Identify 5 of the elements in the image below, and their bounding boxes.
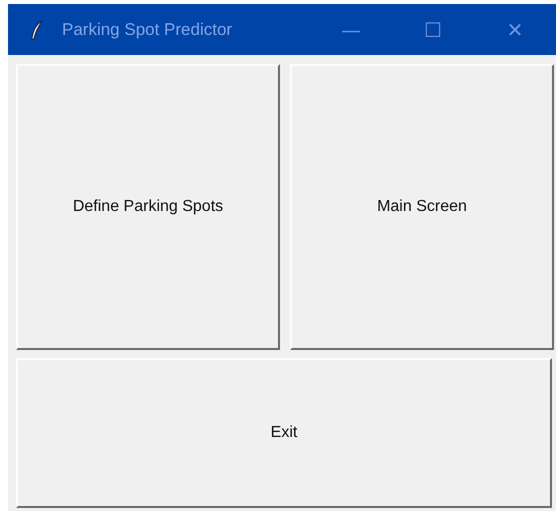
window-title: Parking Spot Predictor: [62, 20, 234, 40]
define-parking-spots-button[interactable]: Define Parking Spots: [16, 64, 280, 350]
feather-icon: [30, 20, 44, 40]
main-screen-button[interactable]: Main Screen: [290, 64, 554, 350]
exit-button[interactable]: Exit: [16, 358, 552, 508]
